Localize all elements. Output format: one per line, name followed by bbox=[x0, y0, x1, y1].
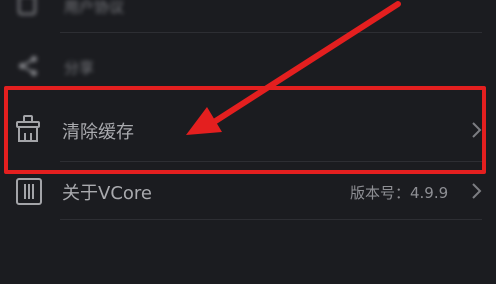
annotation-arrow-icon bbox=[186, 1, 401, 135]
settings-screen: 用户协议 分享 清除缓存 关于VCore 版本号：4.9.9 bbox=[0, 0, 496, 284]
